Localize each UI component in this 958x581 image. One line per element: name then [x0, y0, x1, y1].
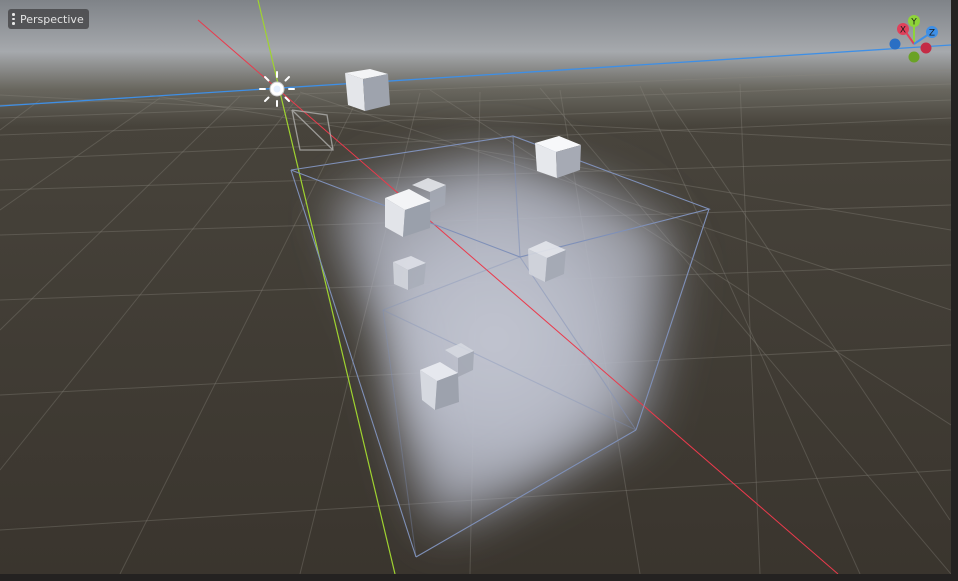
svg-text:X: X: [900, 26, 906, 36]
scene-canvas[interactable]: [0, 0, 951, 574]
svg-text:Z: Z: [929, 29, 935, 39]
gizmo-z-handle[interactable]: Z: [926, 26, 938, 39]
viewport-frame-bottom: [0, 574, 958, 581]
perspective-menu-label: Perspective: [20, 12, 84, 26]
kebab-menu-icon: [12, 13, 15, 25]
svg-text:Y: Y: [910, 18, 917, 28]
viewport-frame-right: [951, 0, 958, 581]
perspective-menu-button[interactable]: Perspective: [8, 9, 89, 29]
gizmo-negative-z[interactable]: [889, 38, 901, 50]
cube-mid-left[interactable]: [393, 256, 426, 290]
omni-light-icon[interactable]: [259, 71, 295, 107]
3d-viewport[interactable]: Perspective Y X Z: [0, 0, 951, 574]
cube-far-left[interactable]: [345, 69, 390, 111]
cube-top-right[interactable]: [535, 136, 581, 178]
gizmo-negative-x[interactable]: [920, 42, 932, 54]
gizmo-negative-y[interactable]: [908, 51, 920, 63]
axis-orientation-gizmo[interactable]: Y X Z: [878, 12, 948, 72]
gizmo-y-handle[interactable]: Y: [908, 15, 920, 28]
